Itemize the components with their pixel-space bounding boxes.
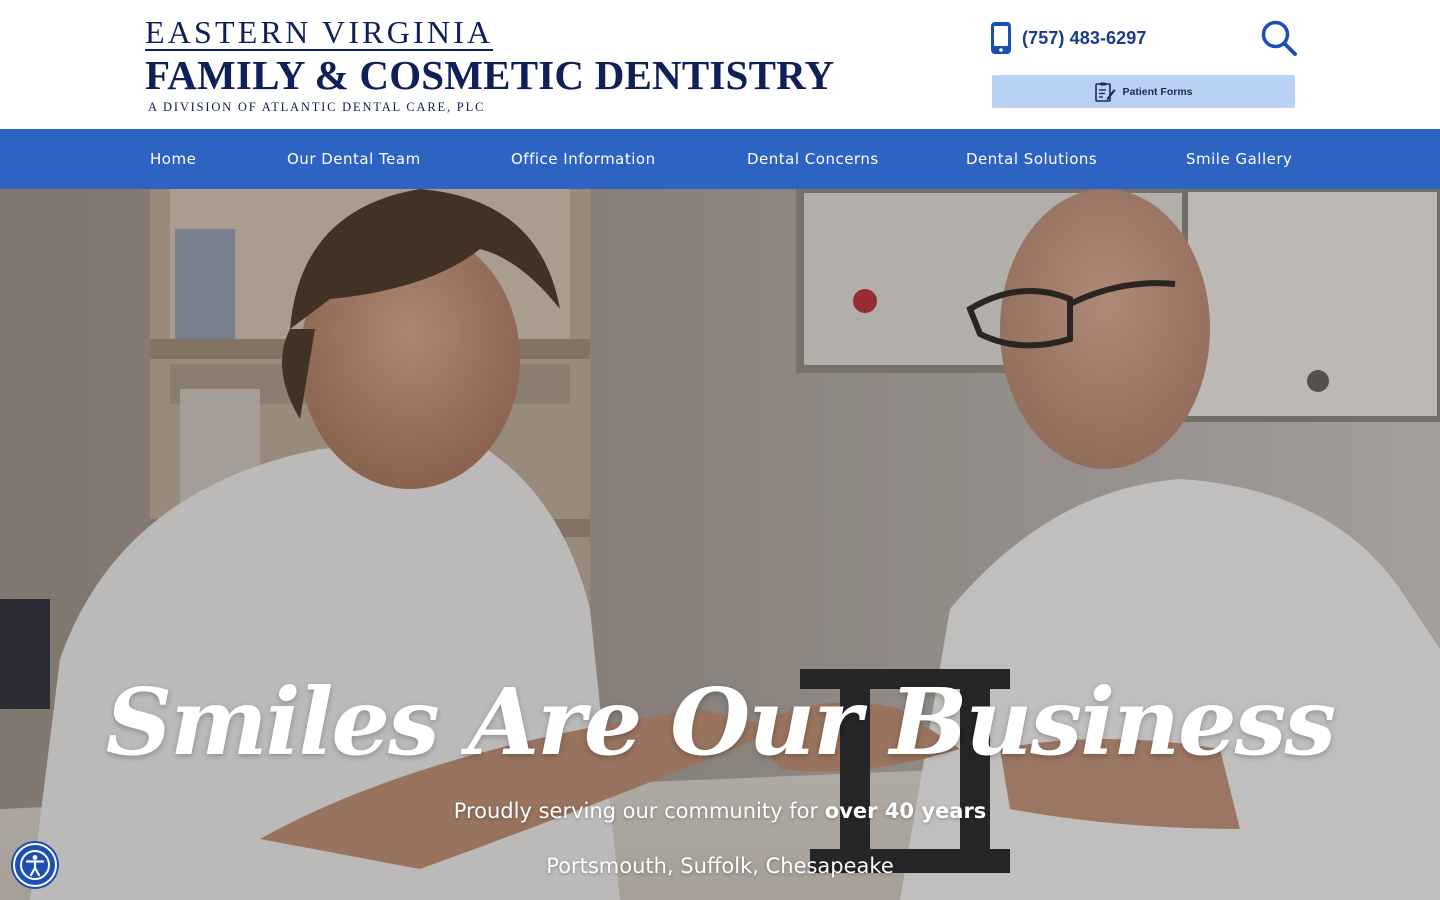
hero-locations: Portsmouth, Suffolk, Chesapeake [546, 854, 894, 878]
hero-subtitle-emphasis: over 40 years [824, 799, 987, 823]
phone-icon [991, 22, 1011, 54]
logo-line-3: A DIVISION OF ATLANTIC DENTAL CARE, PLC [148, 100, 486, 114]
nav-item-dental-solutions[interactable]: Dental Solutions [966, 129, 1097, 189]
hero-subtitle: Proudly serving our community for over 4… [0, 799, 1440, 823]
site-header: EASTERN VIRGINIA FAMILY & COSMETIC DENTI… [0, 0, 1440, 129]
nav-item-our-dental-team[interactable]: Our Dental Team [287, 129, 421, 189]
hero-subtitle-text: Proudly serving our community for [453, 799, 825, 823]
logo-line-1: EASTERN VIRGINIA [145, 14, 494, 51]
patient-forms-label: Patient Forms [1122, 85, 1193, 98]
search-icon[interactable] [1260, 19, 1298, 57]
hero-overlay [0, 189, 1440, 900]
accessibility-icon [20, 850, 50, 880]
phone-number: (757) 483-6297 [1022, 27, 1147, 48]
hero-banner: Smiles Are Our Business Proudly serving … [0, 189, 1440, 900]
site-logo[interactable]: EASTERN VIRGINIA FAMILY & COSMETIC DENTI… [145, 16, 845, 116]
logo-line-2: FAMILY & COSMETIC DENTISTRY [145, 52, 835, 98]
main-nav: Home Our Dental Team Office Information … [0, 129, 1440, 189]
accessibility-button[interactable] [13, 843, 57, 887]
nav-item-office-information[interactable]: Office Information [511, 129, 656, 189]
form-icon [1095, 82, 1116, 102]
nav-item-smile-gallery[interactable]: Smile Gallery [1186, 129, 1292, 189]
nav-item-home[interactable]: Home [150, 129, 196, 189]
phone-link[interactable]: (757) 483-6297 [990, 20, 1147, 56]
hero-title: Smiles Are Our Business [105, 668, 1336, 776]
nav-item-dental-concerns[interactable]: Dental Concerns [747, 129, 879, 189]
patient-forms-button[interactable]: Patient Forms [992, 75, 1295, 108]
